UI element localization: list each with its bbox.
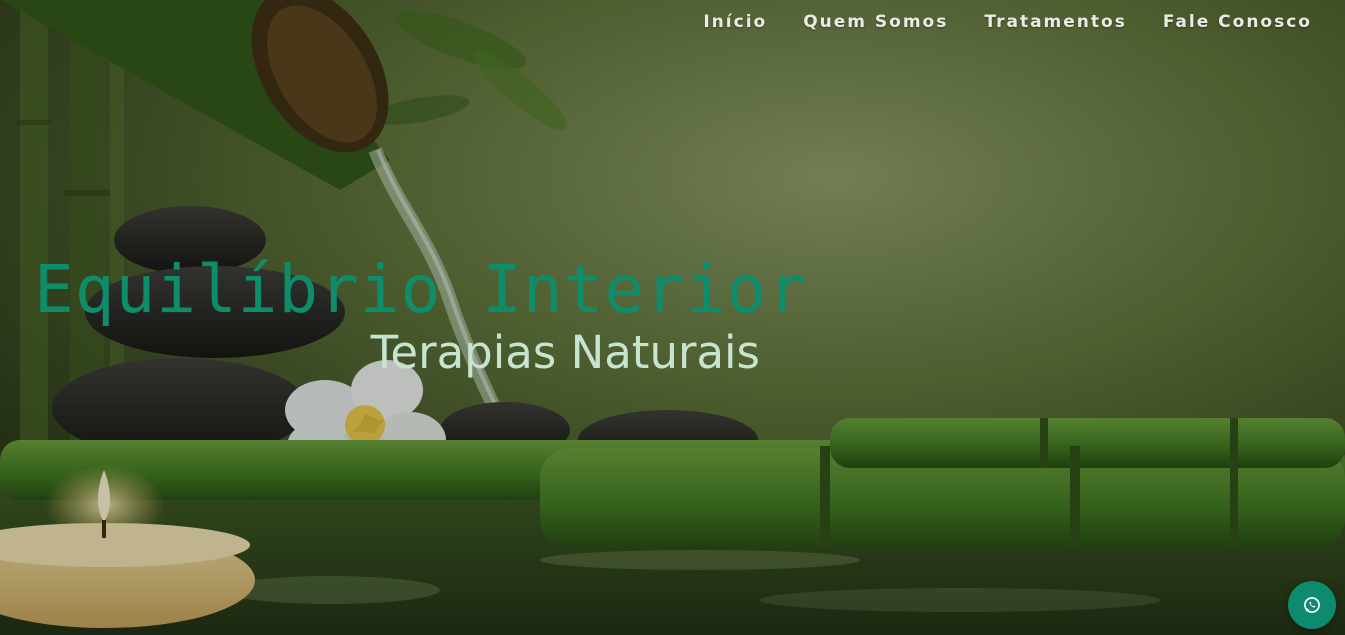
hero-subtitle: Terapias Naturais bbox=[370, 326, 760, 379]
nav-item-quem-somos[interactable]: Quem Somos bbox=[803, 12, 948, 32]
hero-title: Equilíbrio Interior bbox=[34, 251, 808, 328]
main-nav: Início Quem Somos Tratamentos Fale Conos… bbox=[667, 0, 1345, 44]
nav-item-fale-conosco[interactable]: Fale Conosco bbox=[1163, 12, 1312, 32]
whatsapp-icon bbox=[1304, 597, 1320, 613]
hero-section: Início Quem Somos Tratamentos Fale Conos… bbox=[0, 0, 1345, 635]
nav-item-inicio[interactable]: Início bbox=[703, 12, 767, 32]
nav-item-tratamentos[interactable]: Tratamentos bbox=[984, 12, 1126, 32]
whatsapp-button[interactable] bbox=[1288, 581, 1336, 629]
